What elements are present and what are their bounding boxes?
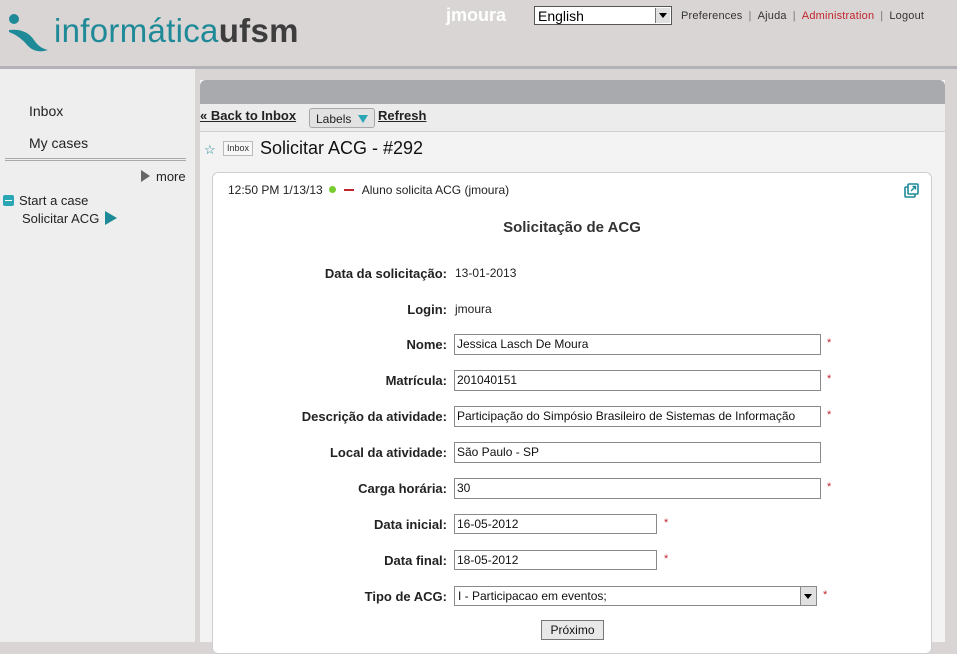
more-label: more (156, 169, 186, 184)
star-icon[interactable]: ☆ (204, 142, 216, 158)
start-case-toggle[interactable]: Start a case (3, 193, 88, 208)
carga-input[interactable]: 30 (454, 478, 821, 499)
back-to-inbox-link[interactable]: « Back to Inbox (200, 108, 296, 123)
username: jmoura (446, 5, 507, 25)
field-label: Login: (407, 302, 447, 317)
chevron-down-icon[interactable] (655, 8, 670, 23)
field-data-final: Data final: 18-05-2012 * (213, 550, 931, 572)
separator: | (748, 10, 752, 22)
status-dot-icon (328, 186, 336, 193)
required-mark: * (827, 373, 832, 385)
language-select[interactable]: English (534, 6, 672, 25)
main-panel: « Back to Inbox Labels Refresh ☆ Inbox S… (200, 80, 945, 654)
start-case-label: Start a case (19, 193, 89, 208)
nome-input[interactable]: Jessica Lasch De Moura (454, 334, 821, 355)
field-label: Data inicial: (374, 517, 447, 532)
required-mark: * (827, 337, 832, 349)
logout-link[interactable]: Logout (889, 10, 924, 22)
required-mark: * (827, 481, 832, 493)
administration-link[interactable]: Administration (802, 10, 875, 22)
refresh-link[interactable]: Refresh (378, 108, 426, 123)
help-link[interactable]: Ajuda (758, 10, 787, 22)
more-toggle[interactable]: more (141, 169, 186, 184)
field-login: Login: jmoura (213, 299, 931, 321)
app-header: informáticaufsm jmoura English Preferenc… (0, 0, 957, 66)
field-carga: Carga horária: 30 * (213, 478, 931, 500)
labels-label: Labels (316, 112, 352, 126)
field-value: 13-01-2013 (455, 266, 517, 280)
field-label: Matrícula: (385, 373, 447, 388)
tipo-acg-select[interactable]: I - Participacao em eventos; (454, 586, 817, 606)
top-links: Preferences | Ajuda | Administration | Logout (681, 10, 924, 22)
sidebar-item-inbox[interactable]: Inbox (29, 103, 63, 119)
field-matricula: Matrícula: 201040151 * (213, 370, 931, 392)
caret-right-icon (141, 170, 150, 182)
field-data-inicial: Data inicial: 16-05-2012 * (213, 514, 931, 536)
logo-icon (9, 14, 48, 52)
field-label: Data da solicitação: (324, 266, 447, 281)
field-label: Carga horária: (358, 481, 447, 496)
labels-button[interactable]: Labels (309, 108, 375, 128)
field-nome: Nome: Jessica Lasch De Moura * (213, 334, 931, 356)
case-card: 12:50 PM 1/13/13 Aluno solicita ACG (jmou… (212, 172, 932, 654)
inbox-tag[interactable]: Inbox (223, 141, 254, 156)
form-title: Solicitação de ACG (503, 219, 641, 236)
case-step: Aluno solicita ACG (jmoura) (361, 183, 510, 197)
field-label: Local da atividade: (329, 445, 447, 460)
case-meta: 12:50 PM 1/13/13 Aluno solicita ACG (jmou… (228, 183, 509, 197)
collapse-icon[interactable] (3, 195, 14, 206)
field-data-solicitacao: Data da solicitação: 13-01-2013 (213, 263, 931, 285)
sidebar: Inbox My cases more Start a case Solicit… (0, 69, 195, 642)
field-label: Data final: (384, 553, 447, 568)
process-label: Solicitar ACG (22, 211, 100, 226)
next-button[interactable]: Próximo (541, 620, 604, 640)
case-title: Solicitar ACG - #292 (260, 138, 424, 158)
field-label: Descrição da atividade: (301, 409, 447, 424)
case-title-row: ☆ Inbox Solicitar ACG - #292 (200, 132, 945, 168)
case-time: 12:50 PM 1/13/13 (228, 183, 323, 197)
sidebar-item-my-cases[interactable]: My cases (29, 135, 88, 151)
process-solicitar-acg[interactable]: Solicitar ACG (22, 211, 118, 226)
case-toolbar: « Back to Inbox Labels Refresh (200, 104, 945, 132)
dropdown-arrow-icon (358, 115, 368, 123)
collapse-step-icon[interactable] (343, 189, 354, 191)
preferences-link[interactable]: Preferences (681, 10, 743, 22)
field-local: Local da atividade: São Paulo - SP (213, 442, 931, 464)
chevron-down-icon[interactable] (800, 587, 816, 605)
required-mark: * (827, 409, 832, 421)
data-final-input[interactable]: 18-05-2012 (454, 550, 657, 570)
descricao-input[interactable]: Participação do Simpósio Brasileiro de S… (454, 406, 821, 427)
field-label: Nome: (406, 337, 447, 352)
matricula-input[interactable]: 201040151 (454, 370, 821, 391)
tipo-acg-value: I - Participacao em eventos; (458, 589, 607, 603)
required-mark: * (664, 553, 669, 565)
field-descricao: Descrição da atividade: Participação do … (213, 406, 931, 428)
required-mark: * (823, 589, 828, 601)
popout-icon[interactable] (904, 183, 919, 198)
play-icon[interactable] (105, 211, 118, 225)
sidebar-divider (5, 158, 186, 161)
language-value: English (538, 8, 584, 24)
data-inicial-input[interactable]: 16-05-2012 (454, 514, 657, 534)
logo-text: informáticaufsm (54, 12, 299, 49)
field-label: Tipo de ACG: (364, 589, 447, 604)
field-value: jmoura (455, 302, 492, 316)
field-tipo: Tipo de ACG: I - Participacao em eventos… (213, 586, 931, 608)
required-mark: * (664, 517, 669, 529)
panel-header-bar (200, 80, 945, 104)
separator: | (792, 10, 796, 22)
local-input[interactable]: São Paulo - SP (454, 442, 821, 463)
separator: | (880, 10, 884, 22)
